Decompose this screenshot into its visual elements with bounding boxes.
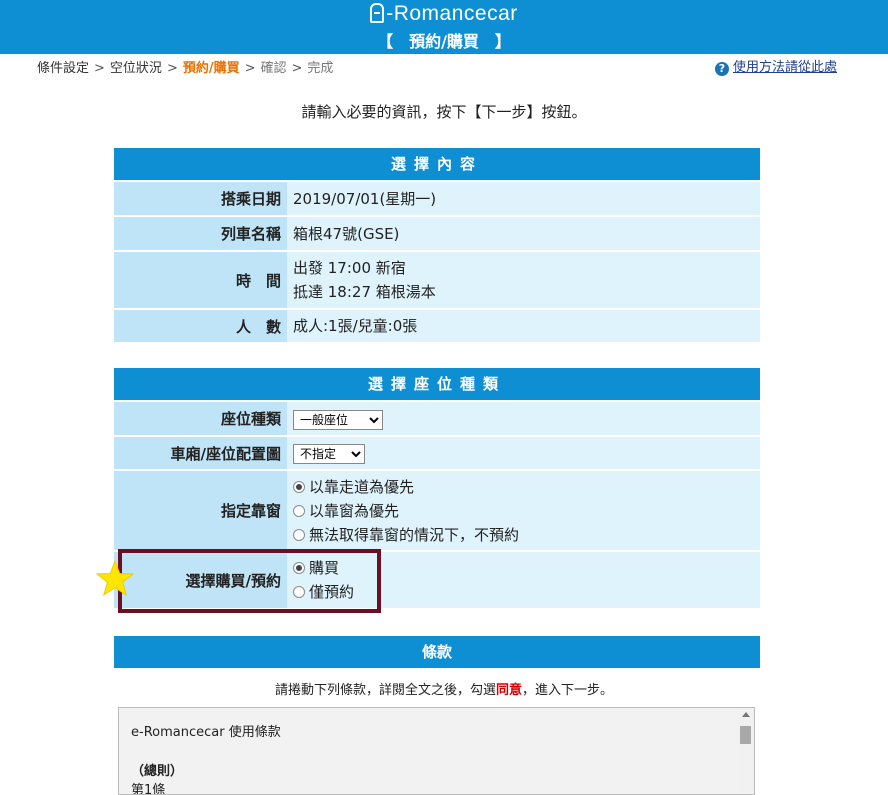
scroll-thumb[interactable] [740, 726, 751, 744]
help-link[interactable]: 使用方法請從此處 [733, 60, 837, 75]
radio-selected-icon[interactable] [293, 480, 305, 493]
breadcrumb-separator: > [244, 61, 256, 76]
date-label: 搭乘日期 [114, 182, 287, 215]
terms-panel: 條款 [114, 636, 760, 668]
car-layout-select[interactable]: 不指定 [293, 444, 365, 464]
purchase-option-buy[interactable]: 購買 [293, 556, 760, 580]
window-option-aisle[interactable]: 以靠走道為優先 [293, 475, 760, 499]
breadcrumb-separator: > [291, 61, 303, 76]
time-value: 出發 17:00 新宿 抵達 18:27 箱根湯本 [287, 252, 760, 308]
star-icon [95, 559, 135, 597]
row-passengers: 人 數 成人:1張/兒童:0張 [114, 308, 760, 342]
radio-icon[interactable] [293, 504, 305, 517]
help-area: ? 使用方法請從此處 [714, 56, 837, 76]
row-car-layout: 車廂/座位配置圖 不指定 [114, 435, 760, 469]
row-seat-type: 座位種類 一般座位 [114, 400, 760, 435]
terms-heading: e-Romancecar 使用條款 [131, 725, 281, 740]
breadcrumb-separator: > [94, 61, 105, 76]
breadcrumb: 條件設定 > 空位狀況 > 預約/購買 > 確認 > 完成 [37, 57, 333, 76]
time-label: 時 間 [114, 252, 287, 308]
car-layout-cell: 不指定 [287, 437, 760, 469]
instruction-text: 請輸入必要的資訊，按下【下一步】按鈕。 [301, 103, 587, 121]
app-header: -Romancecar 【 預約/購買 】 [0, 0, 888, 54]
e-logo-icon [370, 3, 385, 23]
train-label: 列車名稱 [114, 217, 287, 250]
train-value: 箱根47號(GSE) [293, 224, 400, 243]
row-purchase-type: 選擇購買/預約 購買 僅預約 [114, 550, 760, 608]
row-window: 指定靠窗 以靠走道為優先 以靠窗為優先 無法取得靠窗的情況下，不預約 [114, 469, 760, 550]
agree-keyword: 同意 [495, 683, 522, 698]
breadcrumb-step-conditions: 條件設定 [37, 61, 90, 76]
seat-type-select[interactable]: 一般座位 [293, 409, 383, 430]
selection-panel: 選擇內容 搭乘日期 2019/07/01(星期一) 列車名稱 箱根47號(GSE… [114, 148, 760, 342]
breadcrumb-step-confirm: 確認 [260, 61, 287, 76]
purchase-type-label: 選擇購買/預約 [114, 552, 287, 608]
car-layout-label: 車廂/座位配置圖 [114, 437, 287, 469]
row-train: 列車名稱 箱根47號(GSE) [114, 215, 760, 250]
breadcrumb-step-availability: 空位狀況 [109, 61, 162, 76]
seat-type-label: 座位種類 [114, 402, 287, 435]
selection-panel-title: 選擇內容 [114, 148, 760, 180]
terms-scrollbar[interactable] [737, 708, 754, 794]
seat-panel-title: 選擇座位種類 [114, 368, 760, 400]
brand-logo: -Romancecar [0, 2, 888, 26]
window-option-window[interactable]: 以靠窗為優先 [293, 499, 760, 523]
terms-textbox[interactable]: e-Romancecar 使用條款 （總則） 第1條 [118, 707, 755, 795]
purchase-options: 購買 僅預約 [287, 552, 760, 608]
radio-selected-icon[interactable] [293, 562, 305, 574]
question-circle-icon[interactable]: ? [714, 62, 729, 76]
terms-section: （總則） [131, 764, 184, 779]
terms-article: 第1條 [131, 783, 166, 795]
seat-panel: 選擇座位種類 座位種類 一般座位 車廂/座位配置圖 不指定 指定靠窗 以靠走道為… [114, 368, 760, 608]
breadcrumb-separator: > [166, 61, 178, 76]
date-value: 2019/07/01(星期一) [293, 189, 437, 208]
terms-panel-title: 條款 [114, 636, 760, 668]
radio-icon[interactable] [293, 528, 305, 541]
window-label: 指定靠窗 [114, 471, 287, 550]
terms-content: e-Romancecar 使用條款 （總則） 第1條 [119, 708, 754, 795]
radio-icon[interactable] [293, 586, 305, 598]
departure-text: 出發 17:00 新宿 [293, 259, 406, 277]
seat-type-cell: 一般座位 [287, 402, 760, 435]
page-title: 【 預約/購買 】 [377, 32, 511, 51]
arrival-text: 抵達 18:27 箱根湯本 [293, 283, 436, 301]
breadcrumb-step-current: 預約/購買 [182, 61, 240, 76]
breadcrumb-step-complete: 完成 [307, 61, 334, 76]
purchase-option-reserve-only[interactable]: 僅預約 [293, 580, 760, 604]
window-options: 以靠走道為優先 以靠窗為優先 無法取得靠窗的情況下，不預約 [287, 471, 760, 550]
scroll-up-arrow-icon[interactable] [742, 712, 750, 717]
terms-instruction: 請捲動下列條款，詳閱全文之後，勾選同意，進入下一步。 [274, 683, 614, 698]
row-date: 搭乘日期 2019/07/01(星期一) [114, 180, 760, 215]
passengers-value: 成人:1張/兒童:0張 [293, 317, 418, 335]
passengers-label: 人 數 [114, 310, 287, 342]
window-option-no-reserve[interactable]: 無法取得靠窗的情況下，不預約 [293, 523, 760, 547]
row-time: 時 間 出發 17:00 新宿 抵達 18:27 箱根湯本 [114, 250, 760, 308]
